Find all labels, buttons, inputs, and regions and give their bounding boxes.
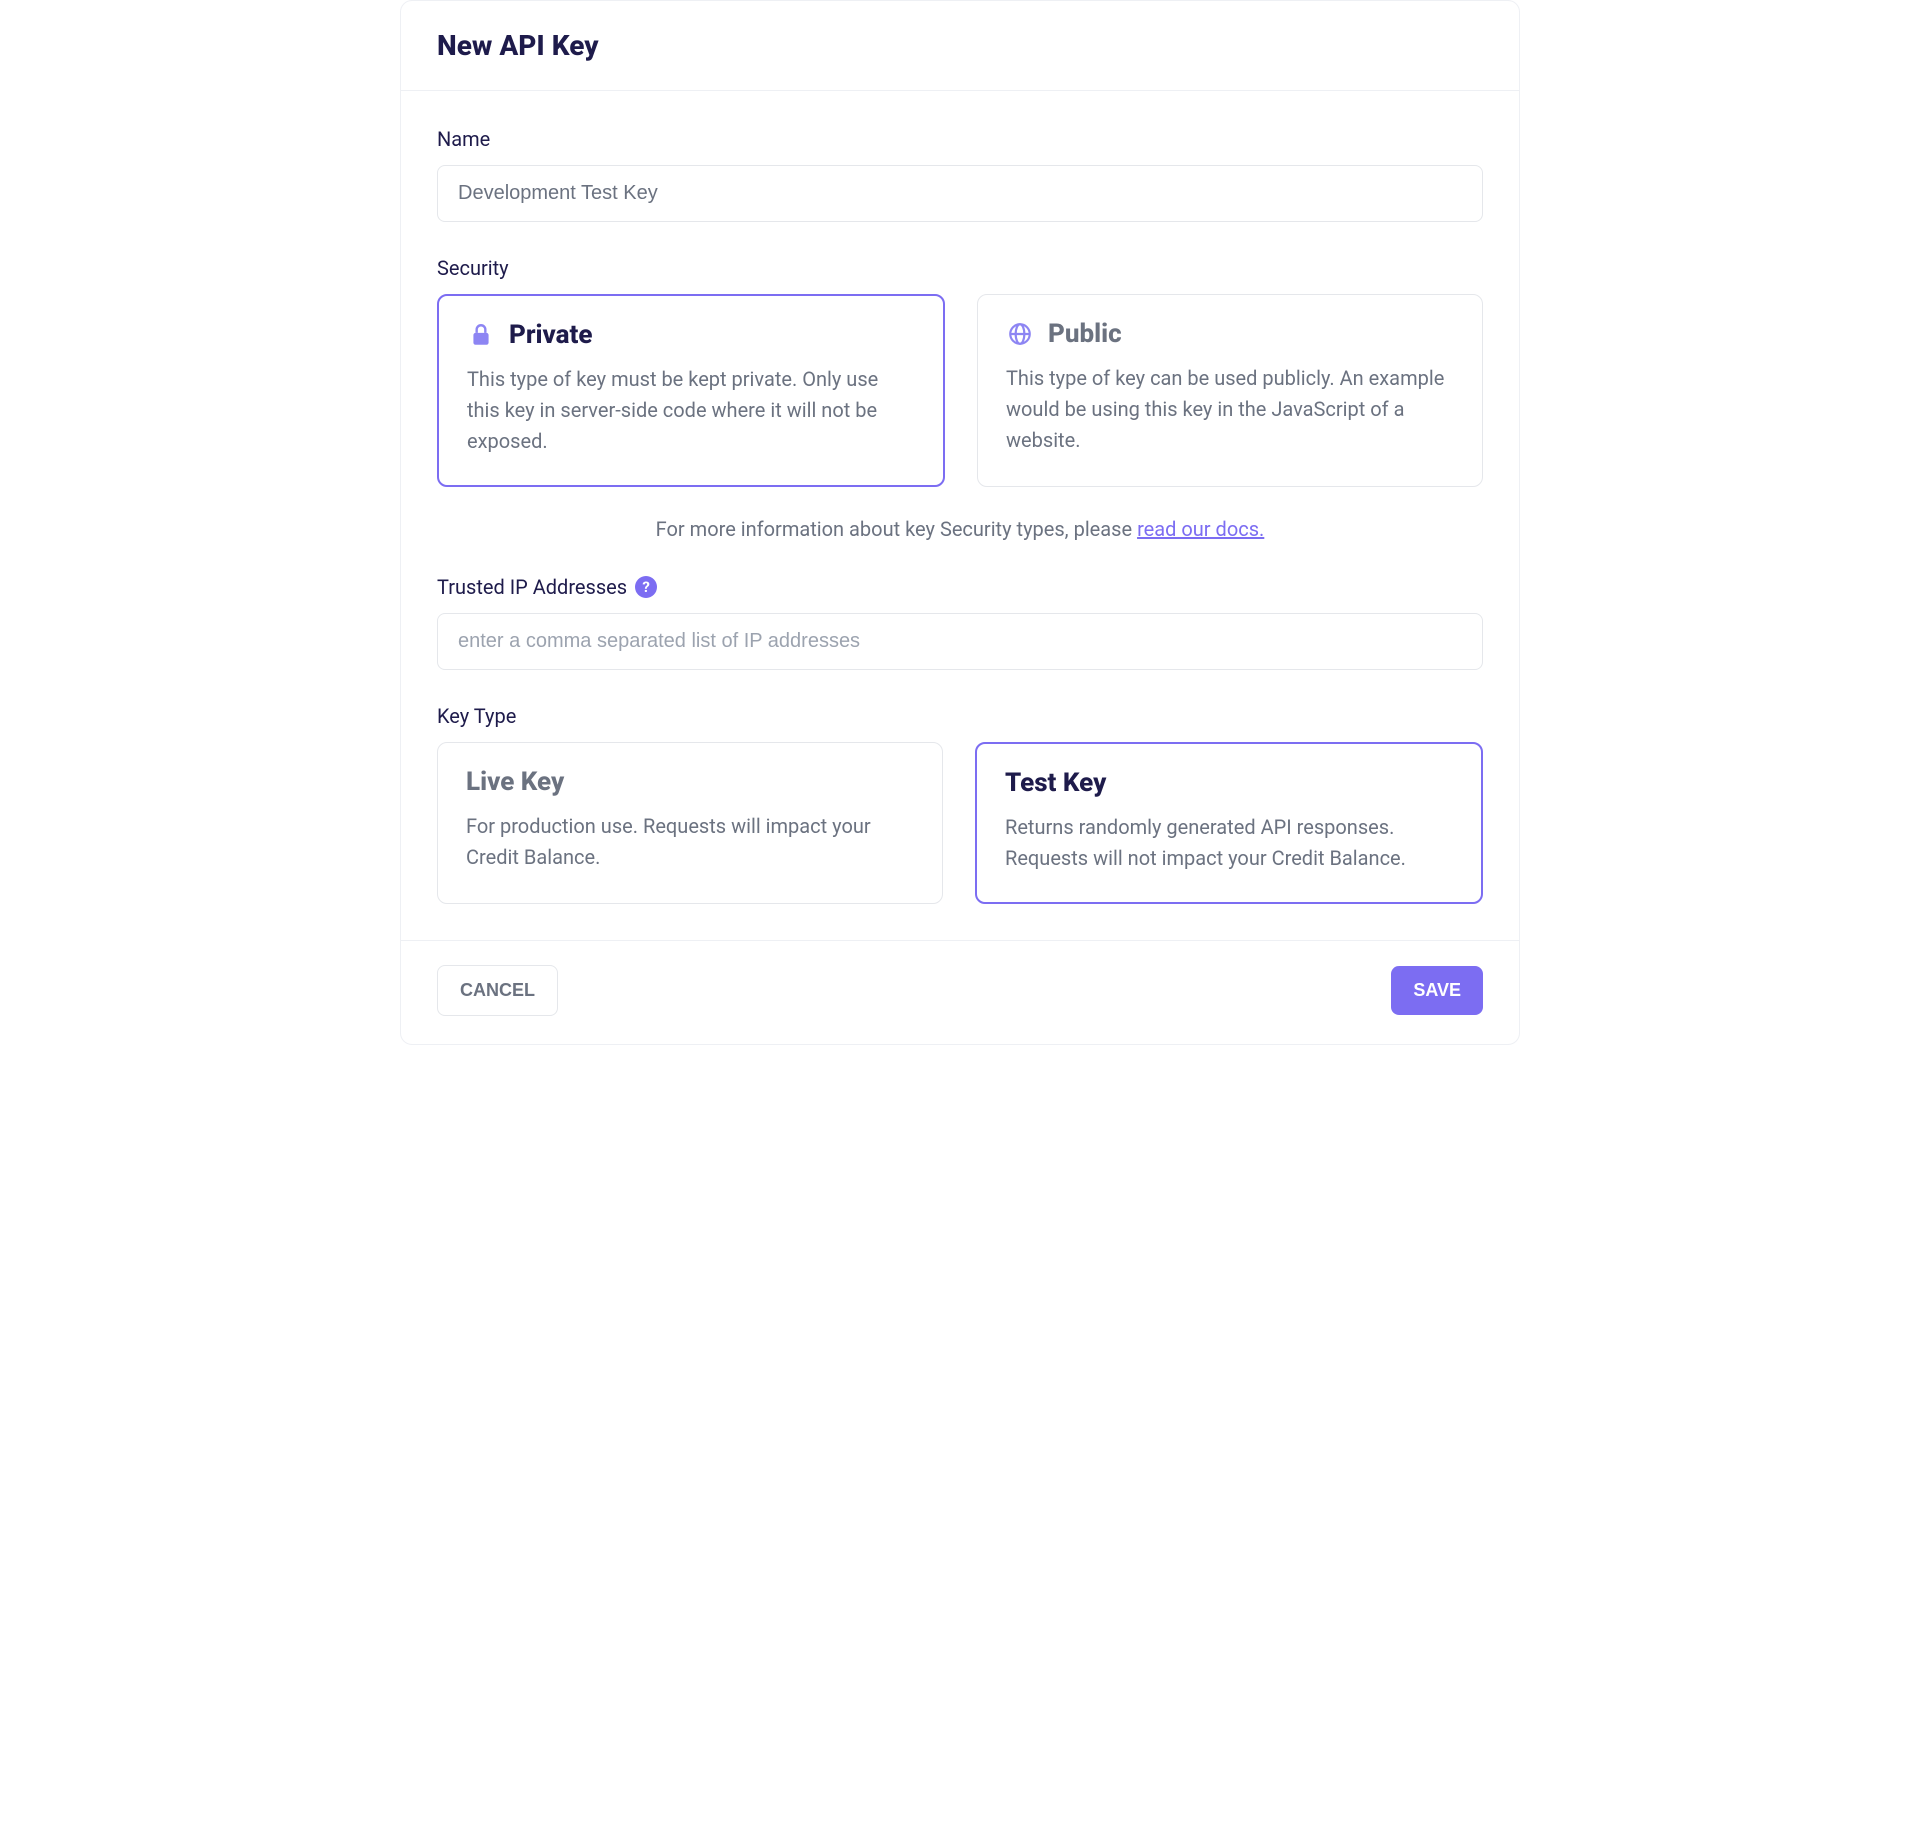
new-api-key-modal: New API Key Name Security bbox=[400, 0, 1520, 1045]
key-type-option-test-title: Test Key bbox=[1005, 768, 1106, 798]
key-type-section: Key Type Live Key For production use. Re… bbox=[437, 704, 1483, 904]
security-docs-link[interactable]: read our docs. bbox=[1137, 517, 1264, 541]
security-option-private-desc: This type of key must be kept private. O… bbox=[467, 364, 915, 457]
security-section: Security Private This type of key must b… bbox=[437, 256, 1483, 541]
trusted-ip-label-row: Trusted IP Addresses ? bbox=[437, 575, 1483, 599]
key-type-option-test-desc: Returns randomly generated API responses… bbox=[1005, 812, 1453, 874]
modal-footer: CANCEL SAVE bbox=[401, 940, 1519, 1044]
key-type-option-live-title: Live Key bbox=[466, 767, 564, 797]
security-options: Private This type of key must be kept pr… bbox=[437, 294, 1483, 487]
key-type-label: Key Type bbox=[437, 704, 1483, 728]
cancel-button[interactable]: CANCEL bbox=[437, 965, 558, 1016]
modal-body: Name Security Private bbox=[401, 91, 1519, 940]
modal-header: New API Key bbox=[401, 1, 1519, 91]
security-option-private-title: Private bbox=[509, 320, 593, 350]
globe-icon bbox=[1006, 320, 1034, 348]
trusted-ip-section: Trusted IP Addresses ? bbox=[437, 575, 1483, 670]
security-option-public-header: Public bbox=[1006, 319, 1454, 349]
security-option-private[interactable]: Private This type of key must be kept pr… bbox=[437, 294, 945, 487]
key-type-option-test-header: Test Key bbox=[1005, 768, 1453, 798]
modal-title: New API Key bbox=[437, 29, 1483, 62]
key-type-options: Live Key For production use. Requests wi… bbox=[437, 742, 1483, 904]
save-button[interactable]: SAVE bbox=[1391, 966, 1483, 1015]
security-label: Security bbox=[437, 256, 1483, 280]
security-option-private-header: Private bbox=[467, 320, 915, 350]
help-icon[interactable]: ? bbox=[635, 576, 657, 598]
lock-icon bbox=[467, 321, 495, 349]
key-type-option-live-desc: For production use. Requests will impact… bbox=[466, 811, 914, 873]
security-option-public-title: Public bbox=[1048, 319, 1122, 349]
security-info-text: For more information about key Security … bbox=[656, 517, 1137, 541]
trusted-ip-label: Trusted IP Addresses bbox=[437, 575, 627, 599]
trusted-ip-input[interactable] bbox=[437, 613, 1483, 670]
security-option-public[interactable]: Public This type of key can be used publ… bbox=[977, 294, 1483, 487]
key-type-option-test[interactable]: Test Key Returns randomly generated API … bbox=[975, 742, 1483, 904]
key-type-option-live-header: Live Key bbox=[466, 767, 914, 797]
name-section: Name bbox=[437, 127, 1483, 222]
key-type-option-live[interactable]: Live Key For production use. Requests wi… bbox=[437, 742, 943, 904]
security-info: For more information about key Security … bbox=[437, 517, 1483, 541]
security-option-public-desc: This type of key can be used publicly. A… bbox=[1006, 363, 1454, 456]
name-label: Name bbox=[437, 127, 1483, 151]
name-input[interactable] bbox=[437, 165, 1483, 222]
